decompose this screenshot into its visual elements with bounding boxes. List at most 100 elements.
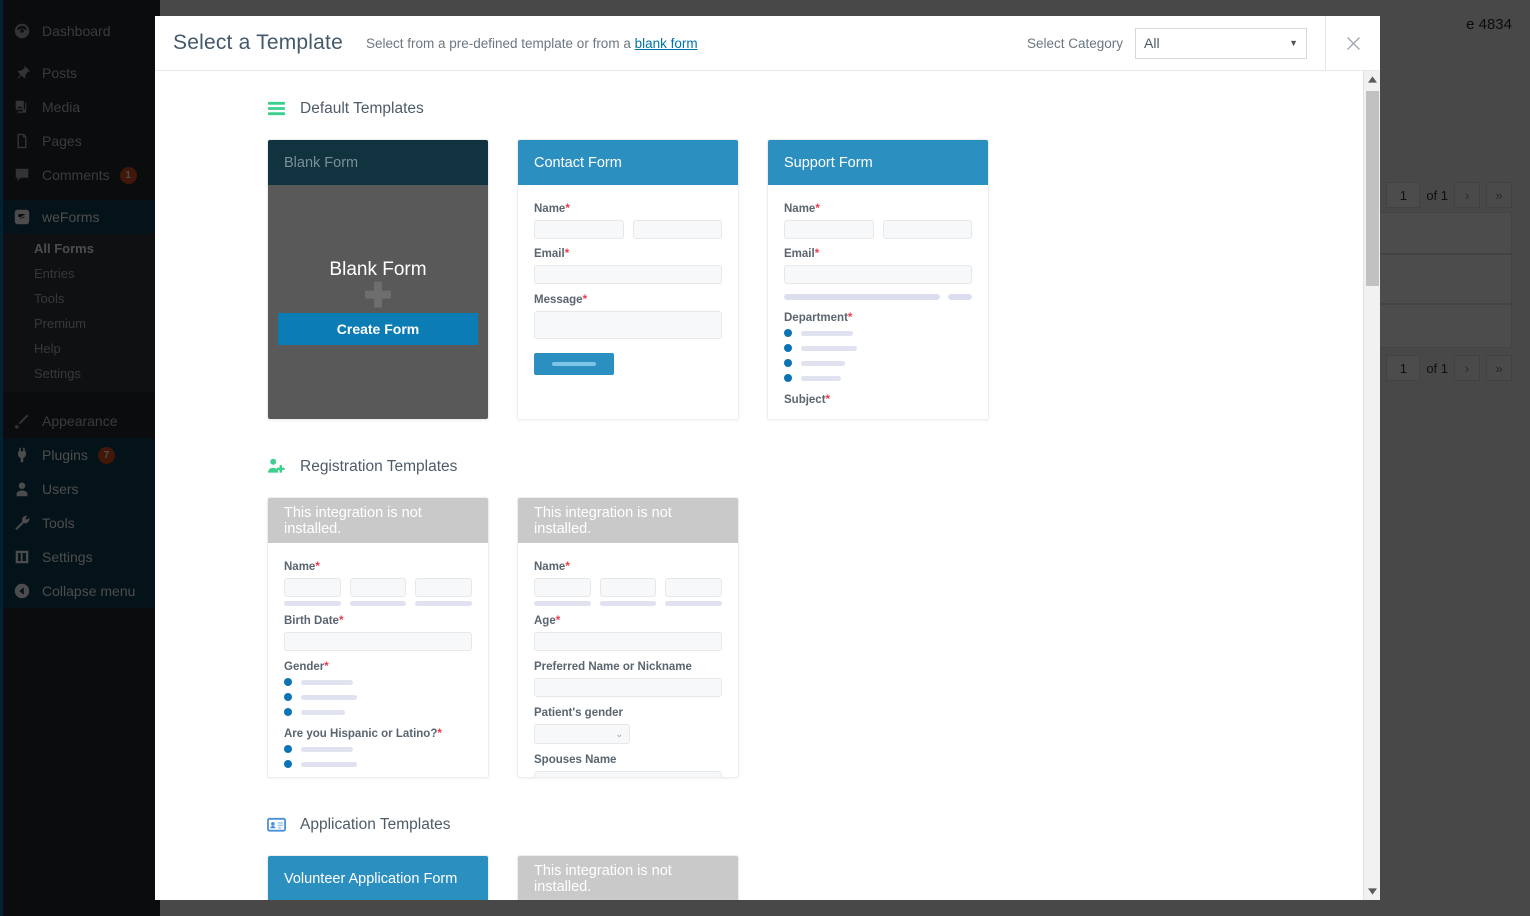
template-card-preview: Name* Birth Date* Gender* Are you Hispanic … — [268, 543, 488, 777]
plus-icon: ✚ — [363, 277, 393, 315]
template-card-row: Volunteer Application Form This integrati… — [267, 855, 1363, 900]
text-input[interactable] — [534, 632, 722, 651]
radio-option[interactable] — [784, 329, 972, 337]
section-title: Application Templates — [300, 815, 451, 833]
field-label: Name* — [284, 561, 320, 573]
modal-scrollbar[interactable] — [1363, 71, 1380, 900]
text-input[interactable] — [534, 220, 624, 239]
name-part — [534, 578, 591, 606]
required-marker: * — [847, 312, 853, 324]
modal-header-right: Select Category All ▼ — [1026, 16, 1380, 71]
text-input[interactable] — [599, 578, 657, 597]
text-input[interactable] — [534, 578, 591, 597]
radio-dot — [784, 359, 792, 367]
name-field-row — [534, 220, 722, 239]
name-field-row — [534, 578, 723, 606]
section-title: Default Templates — [300, 99, 424, 117]
radio-label-placeholder — [301, 679, 353, 685]
template-card[interactable]: Volunteer Application Form — [267, 855, 489, 900]
section-header: Registration Templates — [267, 457, 1363, 476]
field-label: Message* — [534, 294, 588, 306]
sub-label-placeholder — [534, 601, 591, 606]
template-card[interactable]: This integration is not installed. Name* A… — [517, 497, 739, 778]
radio-dot — [284, 760, 292, 768]
text-input[interactable] — [534, 771, 722, 777]
required-marker: * — [555, 615, 561, 627]
template-card[interactable]: Contact Form Name* Email* Message* — [517, 139, 739, 420]
field-label: Gender* — [284, 661, 329, 673]
template-card[interactable]: This integration is not installed. Name* B… — [267, 497, 489, 778]
radio-dot — [284, 693, 292, 701]
radio-option[interactable] — [284, 760, 472, 768]
field-label: Birth Date* — [284, 615, 344, 627]
required-marker: * — [815, 203, 820, 215]
radio-label-placeholder — [801, 345, 857, 351]
modal-subtitle-text: Select from a pre-defined template or fr… — [365, 35, 631, 51]
template-card-title: This integration is not installed. — [284, 504, 422, 537]
template-card-header: This integration is not installed. — [268, 498, 488, 543]
radio-option[interactable] — [284, 745, 472, 753]
template-card[interactable]: This integration is not installed. — [517, 855, 739, 900]
template-card-row: Blank Form Blank Form ✚ Create Form Contact … — [267, 139, 1363, 420]
text-input[interactable] — [665, 578, 723, 597]
required-marker: * — [338, 615, 344, 627]
field-label: Age* — [534, 615, 561, 627]
required-marker: * — [324, 661, 329, 673]
template-section: Registration Templates This integration i… — [267, 457, 1363, 778]
id-card-icon — [267, 815, 286, 834]
radio-option[interactable] — [284, 693, 472, 701]
scrollbar-thumb[interactable] — [1366, 91, 1379, 286]
required-marker: * — [565, 561, 570, 573]
template-card-preview: Name* Email* Message* — [518, 185, 738, 375]
blank-form-link[interactable]: blank form — [635, 36, 698, 51]
required-marker: * — [582, 294, 588, 306]
scroll-down-button[interactable] — [1364, 883, 1380, 900]
text-input[interactable] — [784, 220, 874, 239]
create-form-button[interactable]: Create Form — [278, 313, 478, 345]
template-card-title: Contact Form — [534, 154, 622, 171]
radio-label-placeholder — [801, 375, 841, 381]
template-card-header: This integration is not installed. — [518, 856, 738, 900]
text-input[interactable] — [284, 632, 472, 651]
radio-dot — [284, 708, 292, 716]
textarea-input[interactable] — [534, 311, 722, 339]
required-marker: * — [814, 248, 820, 260]
radio-option[interactable] — [284, 678, 472, 686]
select-input[interactable]: ⌄ — [534, 724, 630, 744]
radio-option[interactable] — [784, 374, 972, 382]
radio-option[interactable] — [284, 708, 472, 716]
text-input[interactable] — [882, 220, 972, 239]
chevron-down-icon: ⌄ — [615, 728, 623, 739]
required-marker: * — [437, 728, 442, 740]
radio-dot — [784, 329, 792, 337]
field-label: Name* — [534, 203, 570, 215]
field-label: Department* — [784, 312, 853, 324]
radio-dot — [284, 745, 292, 753]
text-input[interactable] — [349, 578, 407, 597]
required-marker: * — [565, 203, 570, 215]
scroll-up-button[interactable] — [1364, 71, 1380, 88]
template-section: Application Templates Volunteer Applicati… — [267, 815, 1363, 900]
submit-button[interactable] — [534, 353, 614, 375]
text-input[interactable] — [784, 265, 972, 284]
text-input[interactable] — [534, 265, 722, 284]
user-plus-icon — [267, 457, 286, 476]
template-card[interactable]: Blank Form Blank Form ✚ Create Form — [267, 139, 489, 420]
text-input[interactable] — [284, 578, 341, 597]
radio-option[interactable] — [784, 344, 972, 352]
category-select-value: All — [1144, 35, 1160, 51]
close-modal-button[interactable] — [1325, 16, 1380, 71]
template-card-row: This integration is not installed. Name* B… — [267, 497, 1363, 778]
radio-dot — [784, 374, 792, 382]
text-input[interactable] — [534, 678, 722, 697]
chevron-down-icon — [1368, 888, 1377, 895]
text-input[interactable] — [415, 578, 473, 597]
template-card[interactable]: Support Form Name* Email* Department* Subjec… — [767, 139, 989, 420]
text-input[interactable] — [632, 220, 722, 239]
radio-dot — [284, 678, 292, 686]
modal-header: Select a Template Select from a pre-defi… — [155, 16, 1380, 71]
category-select[interactable]: All ▼ — [1135, 27, 1307, 59]
select-category-label: Select Category — [1026, 35, 1123, 51]
section-header: Application Templates — [267, 815, 1363, 834]
radio-option[interactable] — [784, 359, 972, 367]
